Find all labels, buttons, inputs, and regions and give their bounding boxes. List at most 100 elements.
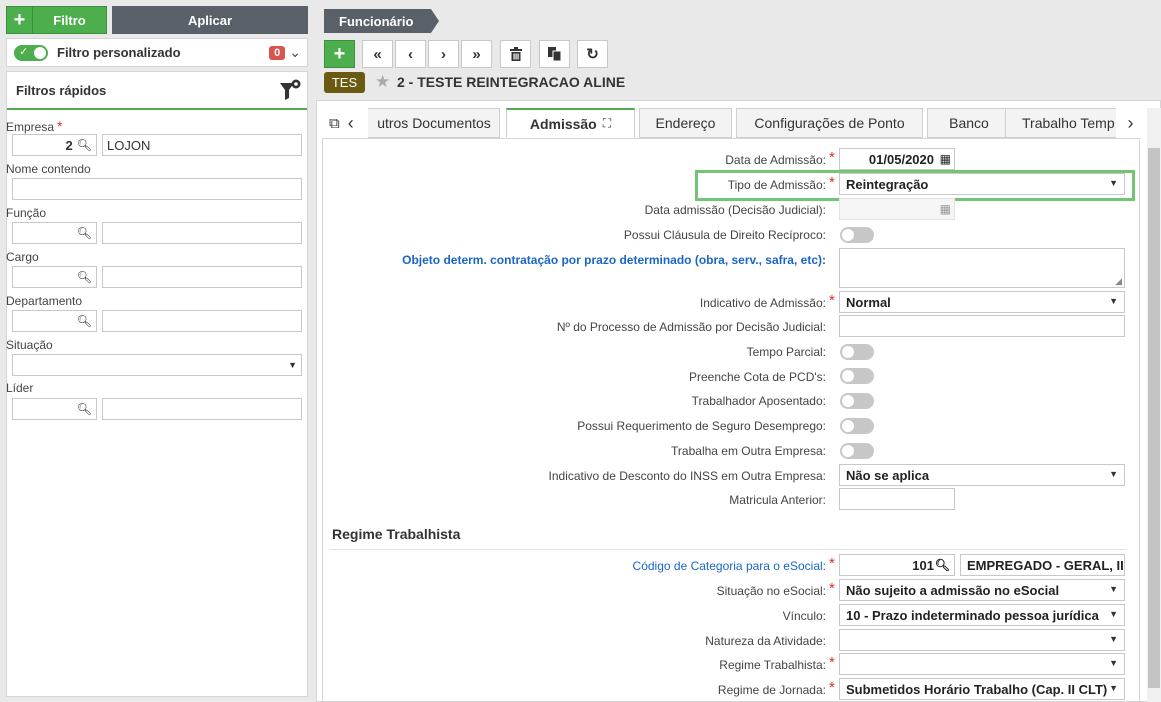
previous-record-button[interactable]: ‹ <box>395 40 426 68</box>
matricula-input[interactable] <box>839 488 955 510</box>
vinculo-select[interactable]: 10 - Prazo indeterminado pessoa jurídica… <box>839 604 1125 626</box>
indicativo-select[interactable]: Normal ▼ <box>839 291 1125 313</box>
double-chevron-left-icon: « <box>373 45 382 63</box>
clausula-label: Possui Cláusula de Direito Recíproco: <box>623 228 826 242</box>
first-record-button[interactable]: « <box>362 40 393 68</box>
last-record-button[interactable]: » <box>461 40 492 68</box>
jornada-select[interactable]: Submetidos Horário Trabalho (Cap. II CLT… <box>839 678 1125 700</box>
chevron-right-icon[interactable]: › <box>1116 108 1145 138</box>
required-marker: * <box>829 292 835 309</box>
star-icon[interactable]: ★ <box>375 72 390 92</box>
quick-filters-header: Filtros rápidos <box>7 72 307 110</box>
filter-count-badge: 0 <box>269 45 286 60</box>
indicativo-label: Indicativo de Admissão: <box>699 296 826 310</box>
required-marker: * <box>829 654 835 671</box>
window-icon[interactable]: ⧉ <box>329 115 340 132</box>
funcao-name-input[interactable] <box>102 222 302 244</box>
delete-button[interactable] <box>500 40 531 68</box>
empresa-code-input[interactable]: 2 🔍︎ <box>12 134 97 156</box>
chevron-down-icon[interactable]: ⌄ <box>289 44 301 61</box>
vinculo-label: Vínculo: <box>782 609 826 623</box>
chevron-left-icon: ‹ <box>408 45 413 63</box>
natureza-select[interactable]: ▼ <box>839 629 1125 651</box>
highlight-box <box>695 170 1135 201</box>
quick-filters-title: Filtros rápidos <box>16 82 107 98</box>
tab-controls: ⧉ ‹ <box>318 108 368 138</box>
copy-icon <box>547 47 561 61</box>
nome-input[interactable] <box>12 178 302 200</box>
funcao-code-input[interactable]: 🔍︎ <box>12 222 97 244</box>
trash-icon <box>509 47 522 61</box>
calendar-icon[interactable]: ▦ <box>940 202 951 216</box>
caret-down-icon: ▼ <box>1109 584 1118 594</box>
scrollbar-thumb[interactable] <box>1148 148 1160 688</box>
pcd-toggle[interactable] <box>840 368 874 384</box>
chevron-left-icon[interactable]: ‹ <box>348 113 354 134</box>
departamento-name-input[interactable] <box>102 310 302 332</box>
search-icon[interactable]: 🔍︎ <box>77 314 92 328</box>
objeto-textarea[interactable]: ◢ <box>839 248 1125 288</box>
search-icon[interactable]: 🔍︎ <box>935 558 950 572</box>
aposentado-toggle[interactable] <box>840 393 874 409</box>
regime-trabalhista-select[interactable]: ▼ <box>839 653 1125 675</box>
processo-input[interactable] <box>839 315 1125 337</box>
tab-banco[interactable]: Banco <box>927 108 1011 138</box>
search-icon[interactable]: 🔍︎ <box>77 402 92 416</box>
tab-admissao[interactable]: Admissão ⛶ <box>506 108 635 138</box>
empresa-label: Empresa * <box>6 118 63 134</box>
outra-empresa-toggle[interactable] <box>840 443 874 459</box>
cargo-name-input[interactable] <box>102 266 302 288</box>
departamento-code-input[interactable]: 🔍︎ <box>12 310 97 332</box>
nome-label: Nome contendo <box>6 162 91 176</box>
data-judicial-input[interactable]: ▦ <box>839 198 955 220</box>
situacao-select[interactable]: ▼ <box>12 354 302 376</box>
filter-settings-icon[interactable] <box>279 79 301 103</box>
data-admissao-input[interactable]: 01/05/2020 ▦ <box>839 148 955 170</box>
inss-select[interactable]: Não se aplica ▼ <box>839 464 1125 486</box>
lider-code-input[interactable]: 🔍︎ <box>12 398 97 420</box>
situacao-esocial-label: Situação no eSocial: <box>716 584 826 598</box>
required-marker: * <box>829 679 835 696</box>
refresh-button[interactable]: ↻ <box>577 40 608 68</box>
tempo-parcial-label: Tempo Parcial: <box>746 345 826 359</box>
expand-icon[interactable]: ⛶ <box>603 116 611 131</box>
caret-down-icon: ▼ <box>1109 683 1118 693</box>
categoria-label: Código de Categoria para o eSocial: <box>632 559 826 573</box>
resize-handle-icon[interactable]: ◢ <box>1115 276 1122 287</box>
processo-label: Nº do Processo de Admissão por Decisão J… <box>556 320 826 334</box>
categoria-code-input[interactable]: 101 🔍︎ <box>839 554 955 576</box>
seguro-toggle[interactable] <box>840 418 874 434</box>
record-title: 2 - TESTE REINTEGRACAO ALINE <box>397 74 626 90</box>
calendar-icon[interactable]: ▦ <box>940 152 951 166</box>
lider-name-input[interactable] <box>102 398 302 420</box>
cargo-code-input[interactable]: 🔍︎ <box>12 266 97 288</box>
funcao-label: Função <box>6 206 47 220</box>
tab-endereco[interactable]: Endereço <box>639 108 732 138</box>
required-marker: * <box>829 555 835 572</box>
custom-filter-toggle[interactable] <box>14 44 48 61</box>
breadcrumb[interactable]: Funcionário <box>324 9 439 33</box>
apply-button[interactable]: Aplicar <box>112 6 308 34</box>
scrollbar[interactable] <box>1147 108 1161 702</box>
tab-trabalho-temp[interactable]: Trabalho Temp <box>1005 108 1120 138</box>
tab-configuracoes-ponto[interactable]: Configurações de Ponto <box>736 108 923 138</box>
search-icon[interactable]: 🔍︎ <box>77 138 92 152</box>
regime-trabalhista-label: Regime Trabalhista: <box>719 658 826 672</box>
next-record-button[interactable]: › <box>428 40 459 68</box>
categoria-name-input[interactable]: EMPREGADO - GERAL, II <box>960 554 1125 576</box>
situacao-esocial-select[interactable]: Não sujeito a admissão no eSocial ▼ <box>839 579 1125 601</box>
search-icon[interactable]: 🔍︎ <box>77 270 92 284</box>
empresa-name-input[interactable]: LOJON <box>102 134 302 156</box>
matricula-label: Matricula Anterior: <box>729 493 826 507</box>
inss-label: Indicativo de Desconto do INSS em Outra … <box>548 469 826 483</box>
custom-filter-row: Filtro personalizado 0 ⌄ <box>6 38 308 67</box>
tab-outros-documentos[interactable]: utros Documentos <box>358 108 500 138</box>
copy-button[interactable] <box>539 40 570 68</box>
search-icon[interactable]: 🔍︎ <box>77 226 92 240</box>
add-button[interactable]: + <box>324 40 355 68</box>
data-judicial-label: Data admissão (Decisão Judicial): <box>644 203 826 217</box>
clausula-toggle[interactable] <box>840 227 874 243</box>
filter-button[interactable]: + Filtro <box>6 6 107 34</box>
caret-down-icon: ▼ <box>1109 658 1118 668</box>
tempo-parcial-toggle[interactable] <box>840 344 874 360</box>
